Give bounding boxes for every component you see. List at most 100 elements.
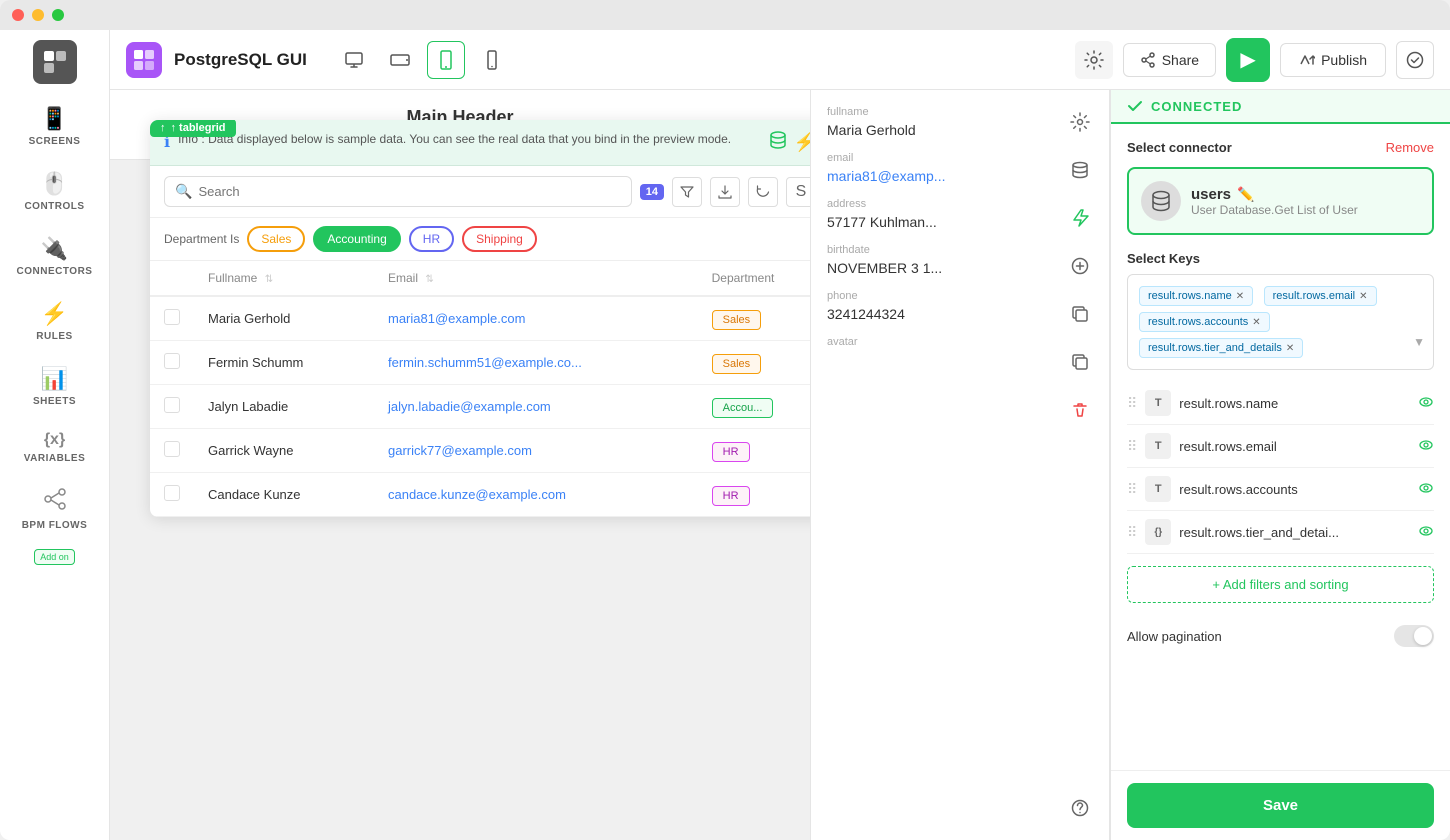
eye-icon[interactable] — [1418, 480, 1434, 499]
drag-handle[interactable]: ⠿ — [1127, 438, 1137, 455]
row-checkbox[interactable] — [164, 441, 180, 457]
eye-icon[interactable] — [1418, 523, 1434, 542]
share-button[interactable]: Share — [1123, 43, 1216, 77]
connector-info: users ✏️ User Database.Get List of User — [1191, 186, 1420, 217]
key-remove[interactable]: ✕ — [1236, 291, 1244, 302]
cell-name: Maria Gerhold — [194, 296, 374, 341]
settings-icon[interactable] — [1075, 41, 1113, 79]
help-icon[interactable] — [1060, 788, 1100, 828]
eye-icon[interactable] — [1418, 394, 1434, 413]
cell-name: Jalyn Labadie — [194, 385, 374, 429]
pagination-toggle[interactable] — [1394, 625, 1434, 647]
tablet-landscape-icon[interactable] — [381, 41, 419, 79]
remove-button[interactable]: Remove — [1386, 140, 1434, 155]
add-on-badge[interactable]: Add on — [34, 549, 75, 565]
cell-email[interactable]: maria81@example.com — [388, 311, 525, 326]
drag-handle[interactable]: ⠿ — [1127, 524, 1137, 541]
sidebar-item-bpm-flows[interactable]: BPM FLOWS — [11, 478, 99, 541]
add-icon[interactable] — [1060, 246, 1100, 286]
database-settings-icon[interactable] — [1060, 150, 1100, 190]
cell-email[interactable]: candace.kunze@example.com — [388, 487, 566, 502]
database-icon[interactable] — [768, 130, 788, 155]
filter-tag-sales[interactable]: Sales — [247, 226, 305, 252]
sidebar-item-rules[interactable]: ⚡ RULES — [11, 291, 99, 352]
key-tag-tier[interactable]: result.rows.tier_and_details ✕ — [1139, 338, 1303, 358]
sheets-icon: 📊 — [41, 366, 68, 392]
keys-selector[interactable]: result.rows.name ✕ result.rows.email ✕ r… — [1127, 274, 1434, 370]
email-value[interactable]: maria81@examp... — [827, 168, 1034, 184]
detail-field-birthdate: birthdate NOVEMBER 3 1... — [827, 244, 1034, 276]
table-row[interactable]: Fermin Schumm fermin.schumm51@example.co… — [150, 341, 810, 385]
delete-icon[interactable] — [1060, 390, 1100, 430]
filter-tag-hr[interactable]: HR — [409, 226, 454, 252]
drag-handle[interactable]: ⠿ — [1127, 395, 1137, 412]
sidebar-item-sheets[interactable]: 📊 SHEETS — [11, 356, 99, 417]
refresh-icon[interactable] — [748, 177, 778, 207]
table-row[interactable]: Garrick Wayne garrick77@example.com HR — [150, 429, 810, 473]
cell-email[interactable]: garrick77@example.com — [388, 443, 532, 458]
connector-settings-icon[interactable] — [1060, 102, 1100, 142]
connector-content: Select connector Remove users ✏ — [1111, 124, 1450, 770]
dept-badge: Sales — [712, 354, 762, 374]
eye-icon[interactable] — [1418, 437, 1434, 456]
sidebar-item-bpm-flows-label: BPM FLOWS — [22, 520, 88, 531]
row-checkbox[interactable] — [164, 353, 180, 369]
key-remove[interactable]: ✕ — [1252, 317, 1260, 328]
key-tag-email[interactable]: result.rows.email ✕ — [1264, 286, 1377, 306]
key-tag-accounts[interactable]: result.rows.accounts ✕ — [1139, 312, 1270, 332]
cell-email[interactable]: jalyn.labadie@example.com — [388, 399, 551, 414]
key-remove[interactable]: ✕ — [1359, 291, 1367, 302]
lightning-icon[interactable]: ⚡ — [794, 132, 810, 153]
app-title: PostgreSQL GUI — [174, 50, 307, 70]
app-logo[interactable] — [33, 40, 77, 84]
key-tag-name[interactable]: result.rows.name ✕ — [1139, 286, 1253, 306]
drag-handle[interactable]: ⠿ — [1127, 481, 1137, 498]
settings-icon-sm[interactable]: S — [786, 177, 810, 207]
play-button[interactable]: ▶ — [1226, 38, 1270, 82]
key-name: result.rows.tier_and_detai... — [1179, 525, 1410, 540]
table-row[interactable]: Maria Gerhold maria81@example.com Sales — [150, 296, 810, 341]
email-label: email — [827, 152, 1034, 164]
tablegrid-component: ↑ ↑ tablegrid ℹ Info : Data displayed be… — [150, 120, 810, 517]
table-row[interactable]: Candace Kunze candace.kunze@example.com … — [150, 473, 810, 517]
download-icon[interactable] — [710, 177, 740, 207]
topbar-right: Share ▶ Publish — [1075, 38, 1434, 82]
tablet-portrait-icon[interactable] — [427, 41, 465, 79]
dept-badge: Accou... — [712, 398, 774, 418]
paste-icon[interactable] — [1060, 342, 1100, 382]
add-filter-button[interactable]: + Add filters and sorting — [1127, 566, 1434, 603]
filter-icon[interactable] — [672, 177, 702, 207]
row-checkbox[interactable] — [164, 397, 180, 413]
cell-email[interactable]: fermin.schumm51@example.co... — [388, 355, 582, 370]
sidebar-item-connectors[interactable]: 🔌 CONNECTORS — [11, 226, 99, 287]
filter-tag-accounting[interactable]: Accounting — [313, 226, 400, 252]
share-label: Share — [1162, 52, 1199, 68]
save-button[interactable]: Save — [1127, 783, 1434, 828]
lightning-settings-icon[interactable] — [1060, 198, 1100, 238]
search-row: 🔍 14 — [150, 166, 810, 218]
edit-icon[interactable]: ✏️ — [1237, 186, 1254, 203]
row-checkbox[interactable] — [164, 309, 180, 325]
copy-icon[interactable] — [1060, 294, 1100, 334]
key-rows-list: ⠿ T result.rows.name ⠿ T result.rows. — [1127, 382, 1434, 554]
minimize-button[interactable] — [32, 9, 44, 21]
sidebar-item-screens[interactable]: 📱 SCREENS — [11, 96, 99, 157]
maximize-button[interactable] — [52, 9, 64, 21]
table-row[interactable]: Jalyn Labadie jalyn.labadie@example.com … — [150, 385, 810, 429]
address-value: 57177 Kuhlman... — [827, 214, 1034, 230]
search-input[interactable] — [198, 184, 620, 199]
mobile-icon[interactable] — [473, 41, 511, 79]
sidebar-item-controls[interactable]: 🖱️ CONTROLS — [11, 161, 99, 222]
key-remove[interactable]: ✕ — [1286, 343, 1294, 354]
birthdate-value: NOVEMBER 3 1... — [827, 260, 1034, 276]
publish-button[interactable]: Publish — [1280, 43, 1386, 77]
sidebar-item-variables[interactable]: {x} VARIABLES — [11, 421, 99, 474]
connector-card[interactable]: users ✏️ User Database.Get List of User — [1127, 167, 1434, 235]
filter-tag-shipping[interactable]: Shipping — [462, 226, 537, 252]
tablegrid-icons: ⚡ — [768, 130, 810, 155]
desktop-icon[interactable] — [335, 41, 373, 79]
search-box[interactable]: 🔍 — [164, 176, 632, 207]
close-button[interactable] — [12, 9, 24, 21]
row-checkbox[interactable] — [164, 485, 180, 501]
check-button[interactable] — [1396, 41, 1434, 79]
